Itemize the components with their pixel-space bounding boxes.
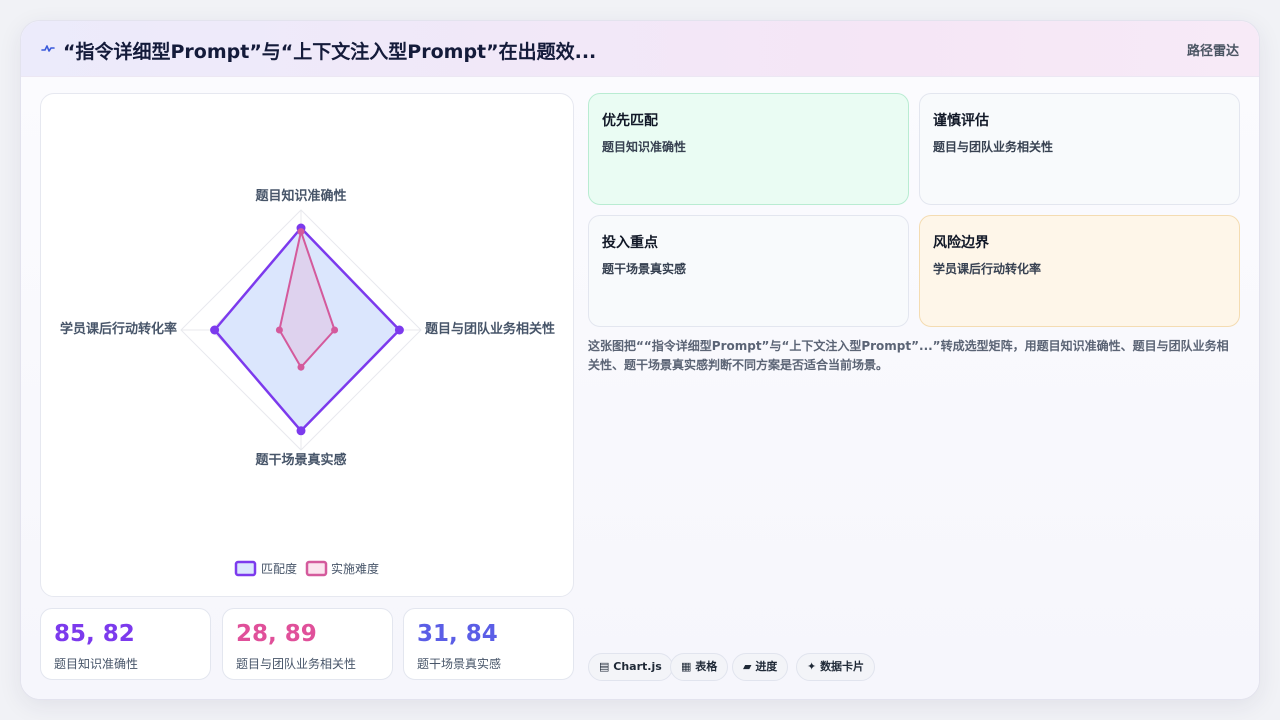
- axis-label-2: 题干场景真实感: [255, 452, 346, 468]
- kpi-value: 28, 89: [236, 621, 317, 647]
- radar-point-0-1: [394, 325, 404, 335]
- quadrant-desc: 题干场景真实感: [602, 262, 687, 276]
- quadrant-desc: 题目与团队业务相关性: [933, 140, 1054, 154]
- chip-table[interactable]: ▦ 表格: [670, 653, 729, 681]
- kpi-value: 85, 82: [54, 621, 135, 647]
- radar-point-1-2: [297, 363, 305, 371]
- radar-chart-panel: 题目知识准确性 题目与团队业务相关性 题干场景真实感 学员课后行动转化率 匹配度…: [40, 93, 574, 597]
- quadrant-title: 风险边界: [933, 235, 989, 251]
- pulse-icon: [41, 45, 55, 52]
- quadrant-title: 谨慎评估: [933, 113, 989, 129]
- quadrant-card-caution: 谨慎评估 题目与团队业务相关性: [919, 93, 1240, 205]
- legend-label-0[interactable]: 匹配度: [261, 561, 297, 576]
- chip-label: 数据卡片: [820, 660, 865, 673]
- kpi-value: 31, 84: [417, 621, 498, 647]
- chip-label: 表格: [695, 660, 718, 673]
- quadrant-card-risk: 风险边界 学员课后行动转化率: [919, 215, 1240, 327]
- chip-label: Chart.js: [613, 660, 662, 673]
- kpi-card: 85, 82 题目知识准确性: [40, 608, 211, 680]
- kpi-card: 31, 84 题干场景真实感: [403, 608, 574, 680]
- radar-point-0-3: [210, 325, 220, 335]
- page-title: “指令详细型Prompt”与“上下文注入型Prompt”在出题效...: [63, 41, 597, 63]
- legend-label-1[interactable]: 实施难度: [331, 561, 379, 576]
- main-card: “指令详细型Prompt”与“上下文注入型Prompt”在出题效... 路径雷达…: [20, 20, 1260, 700]
- radar-chart: 题目知识准确性 题目与团队业务相关性 题干场景真实感 学员课后行动转化率 匹配度…: [60, 188, 555, 577]
- quadrant-card-focus: 投入重点 题干场景真实感: [588, 215, 909, 327]
- axis-label-0: 题目知识准确性: [255, 188, 346, 204]
- quadrant-desc: 学员课后行动转化率: [933, 262, 1042, 276]
- header: “指令详细型Prompt”与“上下文注入型Prompt”在出题效... 路径雷达: [21, 21, 1259, 77]
- legend-swatch-1[interactable]: [305, 560, 328, 577]
- chip-chartjs[interactable]: ▤ Chart.js: [588, 653, 673, 681]
- sparkle-icon: ✦: [807, 660, 817, 673]
- quadrant-title: 优先匹配: [602, 113, 658, 129]
- quadrant-desc: 题目知识准确性: [602, 140, 687, 154]
- table-icon: ▦: [681, 660, 692, 673]
- axis-label-3: 学员课后行动转化率: [60, 321, 177, 337]
- axis-label-1: 题目与团队业务相关性: [425, 321, 555, 337]
- kpi-label: 题目与团队业务相关性: [236, 657, 357, 671]
- kpi-label: 题目知识准确性: [54, 657, 139, 671]
- chip-label: 进度: [755, 660, 778, 673]
- kpi-label: 题干场景真实感: [417, 657, 502, 671]
- chart-icon: ▤: [599, 660, 610, 673]
- quadrant-title: 投入重点: [602, 235, 658, 251]
- chart-type-tag: 路径雷达: [1186, 44, 1239, 59]
- progress-icon: ▰: [743, 660, 752, 673]
- chip-data-cards[interactable]: ✦ 数据卡片: [796, 653, 876, 681]
- chip-progress[interactable]: ▰ 进度: [732, 653, 789, 681]
- radar-point-1-1: [331, 326, 339, 334]
- legend-swatch-0[interactable]: [234, 560, 257, 577]
- radar-point-0-2: [296, 426, 306, 436]
- content-area: 题目知识准确性 题目与团队业务相关性 题干场景真实感 学员课后行动转化率 匹配度…: [21, 77, 1259, 699]
- chart-description: 这张图把““指令详细型Prompt”与“上下文注入型Prompt”...”转成选…: [588, 339, 1229, 372]
- kpi-card: 28, 89 题目与团队业务相关性: [222, 608, 393, 680]
- quadrant-card-priority: 优先匹配 题目知识准确性: [588, 93, 909, 205]
- radar-point-1-0: [297, 228, 305, 236]
- radar-point-1-3: [275, 326, 283, 334]
